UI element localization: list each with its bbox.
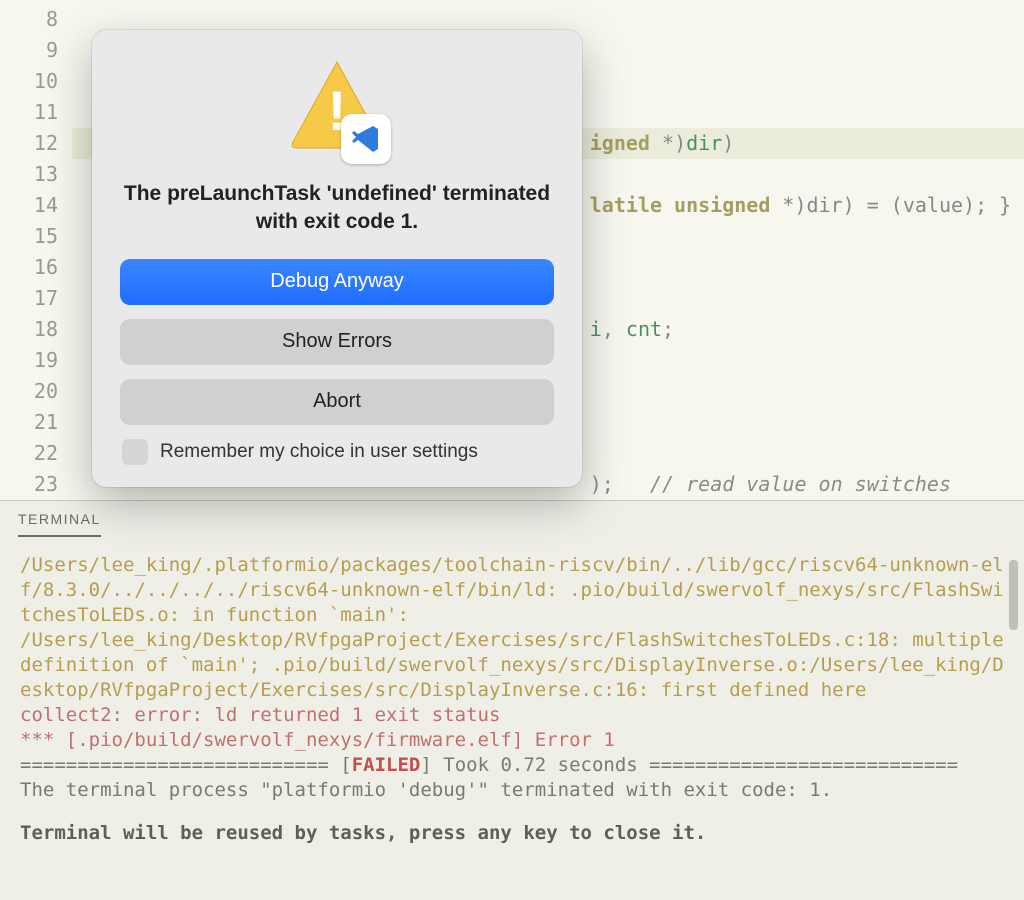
show-errors-button[interactable]: Show Errors — [120, 319, 554, 365]
terminal-line: Terminal will be reused by tasks, press … — [20, 821, 1004, 846]
dialog-title: The preLaunchTask 'undefined' terminated… — [120, 180, 554, 237]
remember-choice-checkbox[interactable] — [122, 439, 148, 465]
terminal-line: /Users/lee_king/.platformio/packages/too… — [20, 553, 1004, 628]
remember-choice-text: Remember my choice in user settings — [160, 441, 478, 463]
terminal-line: The terminal process "platformio 'debug'… — [20, 778, 1004, 803]
terminal-line: collect2: error: ld returned 1 exit stat… — [20, 703, 1004, 728]
scrollbar-thumb[interactable] — [1009, 560, 1018, 630]
terminal-line: /Users/lee_king/Desktop/RVfpgaProject/Ex… — [20, 628, 1004, 703]
terminal-output[interactable]: /Users/lee_king/.platformio/packages/too… — [0, 537, 1024, 846]
terminal-line: =========================== [FAILED] Too… — [20, 753, 1004, 778]
terminal-panel[interactable]: TERMINAL /Users/lee_king/.platformio/pac… — [0, 500, 1024, 900]
debug-anyway-button[interactable]: Debug Anyway — [120, 259, 554, 305]
remember-choice-label[interactable]: Remember my choice in user settings — [120, 439, 554, 465]
tab-terminal[interactable]: TERMINAL — [18, 511, 101, 537]
abort-button[interactable]: Abort — [120, 379, 554, 425]
warning-icon: ! — [120, 58, 554, 158]
vscode-icon — [341, 114, 391, 164]
terminal-line: *** [.pio/build/swervolf_nexys/firmware.… — [20, 728, 1004, 753]
prelaunchtask-error-dialog: ! The preLaunchTask 'undefined' terminat… — [92, 30, 582, 487]
panel-tabs: TERMINAL — [0, 501, 1024, 537]
line-number-gutter: 8910 111213 141516 171819 202122 23 — [0, 0, 72, 500]
